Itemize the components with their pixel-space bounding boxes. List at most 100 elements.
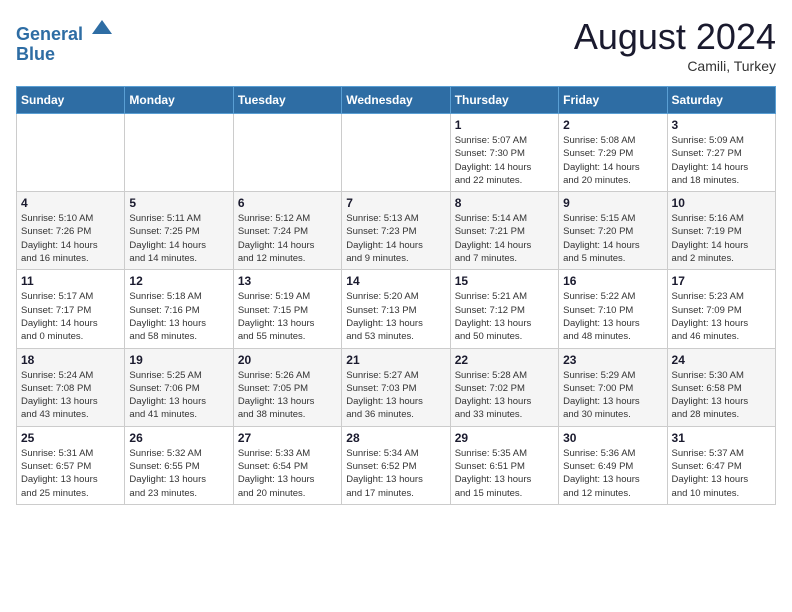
day-number: 18 xyxy=(21,353,120,367)
day-info: Sunrise: 5:31 AM Sunset: 6:57 PM Dayligh… xyxy=(21,447,120,500)
day-info: Sunrise: 5:21 AM Sunset: 7:12 PM Dayligh… xyxy=(455,290,554,343)
day-info: Sunrise: 5:17 AM Sunset: 7:17 PM Dayligh… xyxy=(21,290,120,343)
calendar-cell: 29 Sunrise: 5:35 AM Sunset: 6:51 PM Dayli… xyxy=(450,426,558,504)
day-info: Sunrise: 5:11 AM Sunset: 7:25 PM Dayligh… xyxy=(129,212,228,265)
day-info: Sunrise: 5:33 AM Sunset: 6:54 PM Dayligh… xyxy=(238,447,337,500)
day-number: 5 xyxy=(129,196,228,210)
day-number: 8 xyxy=(455,196,554,210)
calendar-cell: 17 Sunrise: 5:23 AM Sunset: 7:09 PM Dayli… xyxy=(667,270,775,348)
calendar-week-row: 1 Sunrise: 5:07 AM Sunset: 7:30 PM Daylig… xyxy=(17,114,776,192)
day-info: Sunrise: 5:10 AM Sunset: 7:26 PM Dayligh… xyxy=(21,212,120,265)
calendar-week-row: 11 Sunrise: 5:17 AM Sunset: 7:17 PM Dayli… xyxy=(17,270,776,348)
calendar-cell: 28 Sunrise: 5:34 AM Sunset: 6:52 PM Dayli… xyxy=(342,426,450,504)
day-info: Sunrise: 5:29 AM Sunset: 7:00 PM Dayligh… xyxy=(563,369,662,422)
day-number: 2 xyxy=(563,118,662,132)
day-info: Sunrise: 5:37 AM Sunset: 6:47 PM Dayligh… xyxy=(672,447,771,500)
day-number: 17 xyxy=(672,274,771,288)
day-info: Sunrise: 5:34 AM Sunset: 6:52 PM Dayligh… xyxy=(346,447,445,500)
day-number: 6 xyxy=(238,196,337,210)
day-info: Sunrise: 5:18 AM Sunset: 7:16 PM Dayligh… xyxy=(129,290,228,343)
calendar-cell: 1 Sunrise: 5:07 AM Sunset: 7:30 PM Daylig… xyxy=(450,114,558,192)
calendar-cell: 13 Sunrise: 5:19 AM Sunset: 7:15 PM Dayli… xyxy=(233,270,341,348)
logo-general: General xyxy=(16,24,83,44)
day-info: Sunrise: 5:15 AM Sunset: 7:20 PM Dayligh… xyxy=(563,212,662,265)
calendar-cell: 22Sunrise: 5:28 AM Sunset: 7:02 PM Dayli… xyxy=(450,348,558,426)
day-info: Sunrise: 5:14 AM Sunset: 7:21 PM Dayligh… xyxy=(455,212,554,265)
day-number: 29 xyxy=(455,431,554,445)
calendar-cell: 31 Sunrise: 5:37 AM Sunset: 6:47 PM Dayli… xyxy=(667,426,775,504)
day-info: Sunrise: 5:12 AM Sunset: 7:24 PM Dayligh… xyxy=(238,212,337,265)
day-number: 10 xyxy=(672,196,771,210)
calendar-cell: 30 Sunrise: 5:36 AM Sunset: 6:49 PM Dayli… xyxy=(559,426,667,504)
calendar-cell xyxy=(17,114,125,192)
calendar-cell xyxy=(125,114,233,192)
day-number: 15 xyxy=(455,274,554,288)
calendar-cell: 7 Sunrise: 5:13 AM Sunset: 7:23 PM Daylig… xyxy=(342,192,450,270)
weekday-header-sunday: Sunday xyxy=(17,87,125,114)
calendar-cell: 8 Sunrise: 5:14 AM Sunset: 7:21 PM Daylig… xyxy=(450,192,558,270)
day-info: Sunrise: 5:27 AM Sunset: 7:03 PM Dayligh… xyxy=(346,369,445,422)
day-number: 1 xyxy=(455,118,554,132)
day-number: 20 xyxy=(238,353,337,367)
weekday-header-thursday: Thursday xyxy=(450,87,558,114)
day-info: Sunrise: 5:24 AM Sunset: 7:08 PM Dayligh… xyxy=(21,369,120,422)
day-number: 11 xyxy=(21,274,120,288)
calendar-cell: 2Sunrise: 5:08 AM Sunset: 7:29 PM Daylig… xyxy=(559,114,667,192)
day-number: 13 xyxy=(238,274,337,288)
day-info: Sunrise: 5:23 AM Sunset: 7:09 PM Dayligh… xyxy=(672,290,771,343)
day-number: 9 xyxy=(563,196,662,210)
day-number: 21 xyxy=(346,353,445,367)
weekday-header-tuesday: Tuesday xyxy=(233,87,341,114)
day-number: 30 xyxy=(563,431,662,445)
calendar-cell: 25Sunrise: 5:31 AM Sunset: 6:57 PM Dayli… xyxy=(17,426,125,504)
day-info: Sunrise: 5:19 AM Sunset: 7:15 PM Dayligh… xyxy=(238,290,337,343)
calendar-cell: 14Sunrise: 5:20 AM Sunset: 7:13 PM Dayli… xyxy=(342,270,450,348)
month-year: August 2024 xyxy=(574,16,776,58)
calendar-cell: 4 Sunrise: 5:10 AM Sunset: 7:26 PM Daylig… xyxy=(17,192,125,270)
calendar-cell: 19 Sunrise: 5:25 AM Sunset: 7:06 PM Dayli… xyxy=(125,348,233,426)
day-number: 23 xyxy=(563,353,662,367)
day-number: 12 xyxy=(129,274,228,288)
calendar-cell: 16Sunrise: 5:22 AM Sunset: 7:10 PM Dayli… xyxy=(559,270,667,348)
calendar-week-row: 4 Sunrise: 5:10 AM Sunset: 7:26 PM Daylig… xyxy=(17,192,776,270)
calendar-week-row: 18 Sunrise: 5:24 AM Sunset: 7:08 PM Dayli… xyxy=(17,348,776,426)
day-number: 22 xyxy=(455,353,554,367)
calendar-cell xyxy=(342,114,450,192)
weekday-header-row: SundayMondayTuesdayWednesdayThursdayFrid… xyxy=(17,87,776,114)
calendar-cell: 18 Sunrise: 5:24 AM Sunset: 7:08 PM Dayli… xyxy=(17,348,125,426)
calendar-cell: 24Sunrise: 5:30 AM Sunset: 6:58 PM Dayli… xyxy=(667,348,775,426)
day-number: 19 xyxy=(129,353,228,367)
calendar-cell: 6 Sunrise: 5:12 AM Sunset: 7:24 PM Daylig… xyxy=(233,192,341,270)
weekday-header-wednesday: Wednesday xyxy=(342,87,450,114)
location: Camili, Turkey xyxy=(574,58,776,74)
day-number: 3 xyxy=(672,118,771,132)
calendar-cell: 15 Sunrise: 5:21 AM Sunset: 7:12 PM Dayli… xyxy=(450,270,558,348)
day-number: 4 xyxy=(21,196,120,210)
logo-blue: Blue xyxy=(16,44,55,64)
title-block: August 2024 Camili, Turkey xyxy=(574,16,776,74)
day-info: Sunrise: 5:09 AM Sunset: 7:27 PM Dayligh… xyxy=(672,134,771,187)
calendar-cell: 5 Sunrise: 5:11 AM Sunset: 7:25 PM Daylig… xyxy=(125,192,233,270)
day-number: 24 xyxy=(672,353,771,367)
calendar-cell: 20Sunrise: 5:26 AM Sunset: 7:05 PM Dayli… xyxy=(233,348,341,426)
day-info: Sunrise: 5:07 AM Sunset: 7:30 PM Dayligh… xyxy=(455,134,554,187)
weekday-header-friday: Friday xyxy=(559,87,667,114)
logo: General Blue xyxy=(16,16,114,65)
calendar-cell xyxy=(233,114,341,192)
day-info: Sunrise: 5:13 AM Sunset: 7:23 PM Dayligh… xyxy=(346,212,445,265)
page-header: General Blue August 2024 Camili, Turkey xyxy=(16,16,776,74)
calendar-cell: 9 Sunrise: 5:15 AM Sunset: 7:20 PM Daylig… xyxy=(559,192,667,270)
calendar-cell: 21 Sunrise: 5:27 AM Sunset: 7:03 PM Dayli… xyxy=(342,348,450,426)
day-info: Sunrise: 5:25 AM Sunset: 7:06 PM Dayligh… xyxy=(129,369,228,422)
day-info: Sunrise: 5:20 AM Sunset: 7:13 PM Dayligh… xyxy=(346,290,445,343)
day-info: Sunrise: 5:35 AM Sunset: 6:51 PM Dayligh… xyxy=(455,447,554,500)
day-info: Sunrise: 5:32 AM Sunset: 6:55 PM Dayligh… xyxy=(129,447,228,500)
calendar-cell: 12 Sunrise: 5:18 AM Sunset: 7:16 PM Dayli… xyxy=(125,270,233,348)
calendar-cell: 3 Sunrise: 5:09 AM Sunset: 7:27 PM Daylig… xyxy=(667,114,775,192)
day-number: 31 xyxy=(672,431,771,445)
day-info: Sunrise: 5:36 AM Sunset: 6:49 PM Dayligh… xyxy=(563,447,662,500)
calendar-week-row: 25Sunrise: 5:31 AM Sunset: 6:57 PM Dayli… xyxy=(17,426,776,504)
day-number: 7 xyxy=(346,196,445,210)
day-number: 16 xyxy=(563,274,662,288)
day-number: 28 xyxy=(346,431,445,445)
